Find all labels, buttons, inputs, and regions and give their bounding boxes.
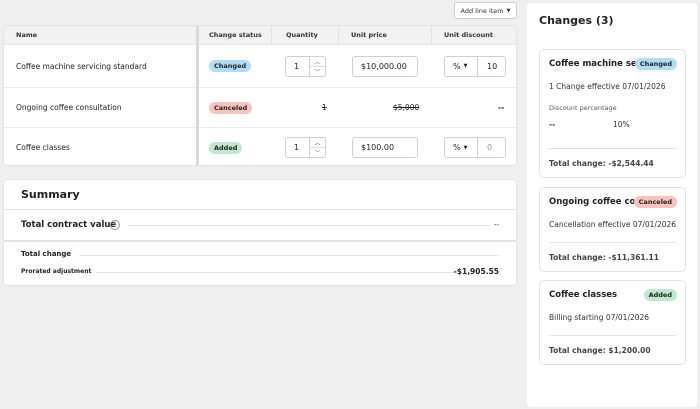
table-row: Coffee machine servicing standard Change… [4,45,516,88]
status-badge: Canceled [633,196,677,208]
status-badge: Added [643,289,677,301]
table-row: Ongoing coffee consultation Canceled 1 $… [4,88,516,128]
prorated-adjustment-label: Prorated adjustment [21,268,92,275]
change-card[interactable]: Coffee classes Added Billing starting 07… [539,280,686,365]
discount-input[interactable]: 10 [478,62,497,71]
info-icon[interactable]: i [110,220,120,230]
summary-card: Summary Total contract value i -- Total … [3,179,517,286]
header-unit-discount: Unit discount [444,31,493,39]
header-change-status: Change status [209,31,262,39]
item-name: Ongoing coffee consultation [16,103,122,112]
status-badge: Changed [209,60,252,72]
quantity-stepper[interactable]: 1 ︿ ﹀ [285,55,326,77]
column-divider [196,26,199,165]
line-items-table: Name Change status Quantity Unit price U… [3,25,517,166]
header-unit-price: Unit price [351,31,387,39]
discount-value: -- [498,103,505,112]
caret-down-icon: ▼ [463,144,468,151]
change-card-title: Coffee machine se... [549,59,647,69]
billing-starting: Billing starting 07/01/2026 [549,313,650,322]
header-quantity: Quantity [286,31,318,39]
changes-title: Changes (3) [539,14,614,27]
unit-price-value: $5,000 [393,103,420,112]
caret-down-icon: ▼ [506,7,511,14]
item-name: Coffee machine servicing standard [16,61,147,71]
new-value: 10% [613,120,630,129]
total-change: Total change: -$11,361.11 [549,253,659,262]
discount-type-select[interactable]: % ▼ [445,56,478,76]
change-effective: 1 Change effective 07/01/2026 [549,82,666,91]
status-badge: Changed [634,58,677,70]
change-card[interactable]: Ongoing coffee co... Canceled Cancellati… [539,187,686,272]
chevron-down-icon[interactable]: ﹀ [310,65,325,76]
total-contract-value: -- [493,221,499,229]
discount-type-select[interactable]: % ▼ [445,138,478,157]
caret-down-icon: ▼ [463,63,468,69]
discount-input[interactable]: 0 [478,143,492,152]
quantity-value: 1 [322,103,327,112]
total-change-label: Total change [21,250,72,258]
change-card-title: Ongoing coffee co... [549,197,646,207]
quantity-stepper[interactable]: 1 ︿ ﹀ [285,137,326,158]
chevron-down-icon[interactable]: ﹀ [310,147,325,157]
table-header: Name Change status Quantity Unit price U… [4,26,516,45]
header-name: Name [16,31,38,39]
chevron-up-icon[interactable]: ︿ [310,57,325,66]
total-change: Total change: -$2,544.44 [549,159,654,168]
total-change: Total change: $1,200.00 [549,346,651,355]
item-name: Coffee classes [16,143,70,152]
summary-title: Summary [21,188,80,201]
status-badge: Canceled [209,101,253,114]
unit-price-input[interactable]: $100.00 [352,137,418,158]
add-line-item-button[interactable]: Add line item ▼ [454,2,517,19]
change-card[interactable]: Coffee machine se... Changed 1 Change ef… [539,49,686,178]
change-card-title: Coffee classes [549,290,618,300]
total-contract-value-label: Total contract value [21,220,117,230]
field-label: Discount percentage [549,104,617,112]
old-value: -- [549,120,556,129]
changes-panel: Changes (3) Coffee machine se... Changed… [527,3,697,407]
status-badge: Added [209,141,243,154]
cancellation-effective: Cancellation effective 07/01/2026 [549,220,677,229]
chevron-up-icon[interactable]: ︿ [310,138,325,147]
prorated-adjustment-value: -$1,905.55 [453,267,499,276]
table-row: Coffee classes Added 1 ︿ ﹀ $100.00 % ▼ 0 [4,128,516,165]
unit-price-input[interactable]: $10,000.00 [352,55,418,77]
